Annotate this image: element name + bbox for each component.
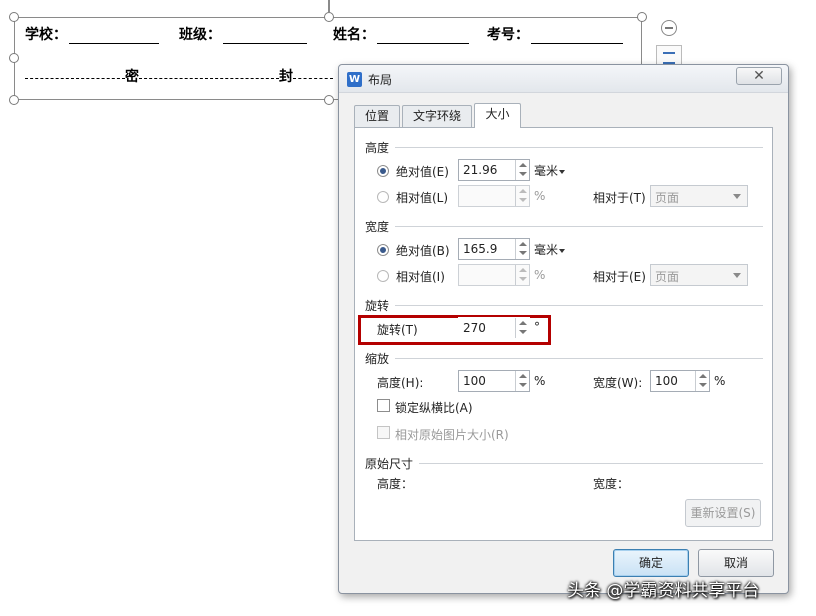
width-absolute-input[interactable]: 165.9 [458, 238, 530, 260]
rotate-handle-stem [328, 0, 330, 12]
height-absolute-radio[interactable] [377, 165, 389, 177]
width-absolute-stepper[interactable] [515, 239, 529, 259]
lock-aspect-label: 锁定纵横比(A) [395, 401, 473, 415]
rotation-stepper[interactable] [515, 318, 529, 338]
height-relative-stepper[interactable] [515, 186, 529, 206]
seal-feng-text: 封 [279, 69, 293, 84]
lock-aspect-checkbox[interactable] [377, 399, 390, 412]
resize-handle-bottom-left[interactable] [9, 95, 19, 105]
seal-mi-text: 密 [125, 69, 139, 84]
section-scale-divider [395, 358, 763, 359]
minus-circle-icon[interactable] [661, 20, 677, 36]
height-relative-label: 相对值(L) [396, 191, 449, 205]
height-relative-radio[interactable] [377, 191, 389, 203]
dialog-titlebar[interactable]: W 布局 ✕ [339, 65, 788, 93]
height-absolute-value: 21.96 [463, 163, 498, 177]
section-height-divider [395, 147, 763, 148]
resize-handle-bottom-center[interactable] [324, 95, 334, 105]
scale-width-stepper[interactable] [695, 371, 709, 391]
scale-height-stepper[interactable] [515, 371, 529, 391]
section-width-divider [395, 226, 763, 227]
rotation-label: 旋转(T) [377, 323, 418, 337]
height-absolute-input[interactable]: 21.96 [458, 159, 530, 181]
width-relative-percent: % [534, 268, 546, 282]
watermark-text: 头条 @学霸资料共享平台 [567, 581, 760, 601]
relative-original-checkbox[interactable] [377, 426, 390, 439]
seal-line: 密封 [25, 66, 343, 84]
field-exam-number: 考号： [487, 24, 623, 44]
scale-width-input[interactable]: 100 [650, 370, 710, 392]
tab-position[interactable]: 位置 [354, 105, 400, 127]
width-relative-radio[interactable] [377, 270, 389, 282]
resize-handle-top-right[interactable] [637, 12, 647, 22]
scale-width-label: 宽度(W): [593, 376, 643, 390]
rotation-value: 270 [463, 321, 486, 335]
field-name: 姓名： [333, 24, 469, 44]
chevron-down-icon [733, 194, 741, 199]
width-relative-label: 相对值(I) [396, 270, 445, 284]
ok-button[interactable]: 确定 [613, 549, 689, 577]
chevron-down-icon [559, 248, 566, 253]
resize-handle-top-left[interactable] [9, 12, 19, 22]
width-relative-stepper[interactable] [515, 265, 529, 285]
width-unit-dropdown[interactable]: 毫米 [534, 241, 566, 258]
rotation-degree-unit: ° [534, 320, 540, 334]
scale-height-value: 100 [463, 374, 486, 388]
document-fields-line: 学校： 班级： 姓名： 考号： [25, 24, 635, 44]
section-height-title: 高度 [365, 141, 390, 155]
size-tab-panel: 高度 绝对值(E) 21.96 毫米 相对值(L) % 相对于(T) 页面 宽度… [354, 127, 773, 541]
scale-width-percent: % [714, 374, 726, 388]
height-relative-input[interactable] [458, 185, 530, 207]
chevron-down-icon [733, 273, 741, 278]
rotation-input[interactable]: 270 [458, 317, 530, 339]
field-class: 班级： [179, 24, 307, 44]
tab-text-wrap[interactable]: 文字环绕 [402, 105, 472, 127]
height-relative-to-label: 相对于(T) [593, 191, 646, 205]
relative-original-label: 相对原始图片大小(R) [395, 428, 509, 442]
original-width-label: 宽度： [593, 477, 630, 491]
resize-handle-middle-left[interactable] [9, 53, 19, 63]
section-original-size-divider [419, 463, 763, 464]
chevron-down-icon [559, 169, 566, 174]
section-original-size-title: 原始尺寸 [365, 457, 414, 471]
section-rotation-title: 旋转 [365, 299, 390, 313]
width-absolute-value: 165.9 [463, 242, 498, 256]
width-relative-to-label: 相对于(E) [593, 270, 646, 284]
dialog-title: 布局 [368, 73, 393, 87]
width-relative-input[interactable] [458, 264, 530, 286]
scale-width-value: 100 [655, 374, 678, 388]
wps-app-icon: W [347, 72, 362, 87]
layout-dialog: W 布局 ✕ 位置 文字环绕 大小 高度 绝对值(E) 21.96 毫米 相对值… [338, 64, 789, 594]
section-scale-title: 缩放 [365, 352, 390, 366]
resize-handle-top-center[interactable] [324, 12, 334, 22]
close-button[interactable]: ✕ [736, 67, 782, 85]
cancel-button[interactable]: 取消 [698, 549, 774, 577]
field-school: 学校： [25, 24, 159, 44]
scale-height-input[interactable]: 100 [458, 370, 530, 392]
height-relative-to-select[interactable]: 页面 [650, 185, 748, 207]
height-relative-percent: % [534, 189, 546, 203]
original-height-label: 高度： [377, 477, 414, 491]
height-absolute-label: 绝对值(E) [396, 165, 449, 179]
section-width-title: 宽度 [365, 220, 390, 234]
scale-height-percent: % [534, 374, 546, 388]
width-absolute-label: 绝对值(B) [396, 244, 450, 258]
tab-size[interactable]: 大小 [474, 103, 521, 128]
scale-height-label: 高度(H): [377, 376, 424, 390]
section-rotation-divider [395, 305, 763, 306]
width-relative-to-select[interactable]: 页面 [650, 264, 748, 286]
reset-button[interactable]: 重新设置(S) [685, 499, 761, 527]
height-unit-dropdown[interactable]: 毫米 [534, 162, 566, 179]
height-absolute-stepper[interactable] [515, 160, 529, 180]
width-absolute-radio[interactable] [377, 244, 389, 256]
